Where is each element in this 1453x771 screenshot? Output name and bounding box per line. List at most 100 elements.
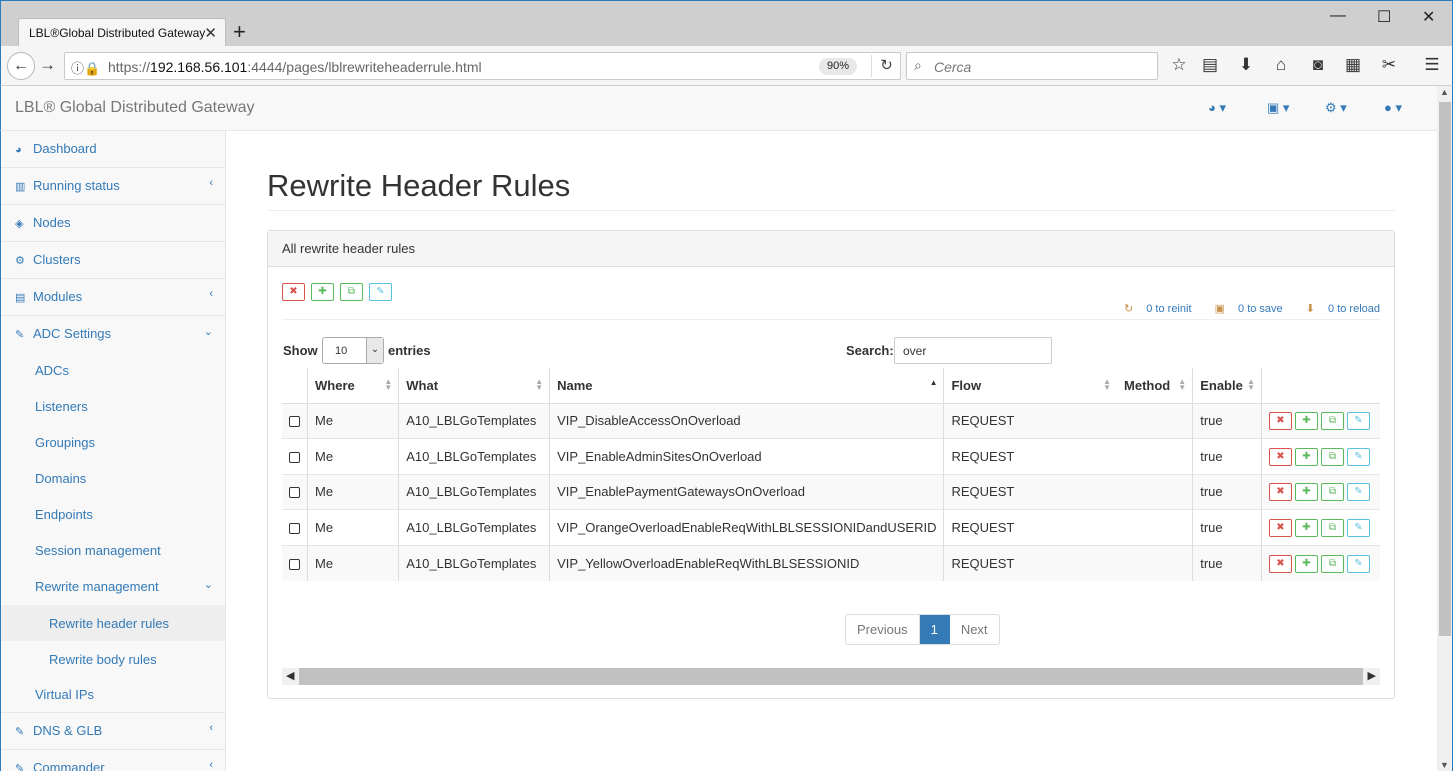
vertical-scroll-thumb[interactable]: [1439, 102, 1451, 636]
reload-icon[interactable]: ↻: [871, 55, 901, 77]
row-checkbox[interactable]: [289, 558, 300, 570]
dashboard-menu-icon[interactable]: ◕ ▾: [1208, 100, 1226, 116]
vertical-scrollbar[interactable]: ▲ ▼: [1437, 86, 1453, 771]
row-add-button[interactable]: ✚: [1295, 518, 1318, 537]
extension-icon[interactable]: ▦: [1341, 55, 1365, 75]
new-tab-icon[interactable]: +: [233, 19, 246, 45]
sidebar-item-modules[interactable]: ▤ Modules ‹: [1, 279, 225, 316]
sidebar-item-commander[interactable]: ✎ Commander ‹: [1, 750, 225, 771]
row-checkbox[interactable]: [289, 451, 300, 463]
column-header-flow[interactable]: Flow ▲ ▼: [943, 368, 1118, 404]
sidebar-subitem-adcs[interactable]: ADCs: [1, 353, 225, 389]
sidebar-subitem-endpoints[interactable]: Endpoints: [1, 497, 225, 533]
settings-menu-icon[interactable]: ⚙ ▾: [1325, 100, 1347, 116]
menu-icon[interactable]: ☰: [1420, 55, 1444, 75]
sidebar-item-adc-settings[interactable]: ✎ ADC Settings ⌄: [1, 316, 225, 353]
sidebar-subitem-domains[interactable]: Domains: [1, 461, 225, 497]
sidebar-item-clusters[interactable]: ⚙ Clusters: [1, 242, 225, 279]
forward-icon[interactable]: →: [39, 55, 56, 75]
reader-icon[interactable]: ▤: [1198, 55, 1222, 75]
column-header-where[interactable]: Where ▲ ▼: [307, 368, 400, 404]
row-copy-button[interactable]: ⧉: [1321, 447, 1344, 466]
maximize-icon[interactable]: ☐: [1377, 7, 1391, 27]
row-checkbox[interactable]: [289, 416, 300, 428]
scroll-right-icon[interactable]: ▶: [1368, 669, 1376, 682]
browser-search[interactable]: ⌕ Cerca: [906, 52, 1158, 80]
url-prefix: https://: [108, 59, 151, 75]
sidebar-subitem-rewrite-management[interactable]: Rewrite management ⌄: [1, 569, 225, 605]
row-copy-button[interactable]: ⧉: [1321, 518, 1344, 537]
sidebar-item-dns-glb[interactable]: ✎ DNS & GLB ‹: [1, 713, 225, 750]
row-checkbox[interactable]: [289, 522, 300, 534]
home-icon[interactable]: ⌂: [1269, 55, 1293, 75]
browser-tab[interactable]: LBL®Global Distributed Gateway ✕: [18, 18, 226, 48]
minimize-icon[interactable]: —: [1330, 7, 1346, 25]
row-copy-button[interactable]: ⧉: [1321, 554, 1344, 573]
column-header-name[interactable]: Name ▲: [549, 368, 945, 404]
close-tab-icon[interactable]: ✕: [204, 24, 217, 42]
row-edit-button[interactable]: ✎: [1347, 554, 1370, 573]
next-page-button[interactable]: Next: [950, 615, 999, 644]
reload-counter[interactable]: ⬇ 0 to reload: [1296, 303, 1380, 315]
download-icon[interactable]: ⬇: [1234, 55, 1258, 75]
name-cell: VIP_YellowOverloadEnableReqWithLBLSESSIO…: [549, 544, 945, 581]
save-icon: ▣: [1214, 303, 1225, 315]
row-edit-button[interactable]: ✎: [1347, 412, 1370, 431]
row-add-button[interactable]: ✚: [1295, 412, 1318, 431]
sidebar-subitem-groupings[interactable]: Groupings: [1, 425, 225, 461]
column-header-method[interactable]: Method ▲ ▼: [1117, 368, 1194, 404]
sidebar-subitem-virtual-ips[interactable]: Virtual IPs: [1, 677, 225, 713]
zoom-indicator[interactable]: 90%: [819, 58, 857, 75]
row-delete-button[interactable]: ✖: [1269, 483, 1292, 502]
row-checkbox[interactable]: [289, 487, 300, 499]
sidebar-item-label: Modules: [33, 289, 83, 304]
screenshot-icon[interactable]: ✂: [1377, 55, 1401, 75]
scroll-up-icon[interactable]: ▲: [1440, 87, 1449, 97]
sidebar-subsubitem-rewrite-header-rules[interactable]: Rewrite header rules: [1, 605, 225, 641]
app-brand[interactable]: LBL® Global Distributed Gateway: [15, 99, 254, 117]
previous-page-button[interactable]: Previous: [846, 615, 920, 644]
row-delete-button[interactable]: ✖: [1269, 518, 1292, 537]
back-icon[interactable]: ←: [7, 52, 35, 80]
close-window-icon[interactable]: ✕: [1422, 7, 1435, 27]
sidebar-item-nodes[interactable]: ◈ Nodes: [1, 205, 225, 242]
copy-button[interactable]: ⧉: [340, 283, 363, 301]
bookmark-star-icon[interactable]: ☆: [1167, 55, 1191, 75]
scroll-left-icon[interactable]: ◀: [286, 669, 294, 682]
search-input[interactable]: [894, 337, 1052, 364]
column-label: Flow: [951, 377, 982, 393]
row-copy-button[interactable]: ⧉: [1321, 483, 1344, 502]
site-info-icon[interactable]: ⓘ🔒: [71, 58, 100, 77]
edit-button[interactable]: ✎: [369, 283, 392, 301]
column-header-enable[interactable]: Enable ▲ ▼: [1192, 368, 1262, 404]
row-copy-button[interactable]: ⧉: [1321, 412, 1344, 431]
horizontal-scrollbar[interactable]: ◀ ▶: [282, 668, 1380, 685]
reinit-counter[interactable]: ↻ 0 to reinit: [1114, 303, 1192, 315]
add-button[interactable]: ✚: [311, 283, 334, 301]
row-edit-button[interactable]: ✎: [1347, 483, 1370, 502]
sidebar-subitem-listeners[interactable]: Listeners: [1, 389, 225, 425]
row-edit-button[interactable]: ✎: [1347, 447, 1370, 466]
row-edit-button[interactable]: ✎: [1347, 518, 1370, 537]
row-add-button[interactable]: ✚: [1295, 447, 1318, 466]
sidebar-subsubitem-rewrite-body-rules[interactable]: Rewrite body rules: [1, 641, 225, 677]
column-header-what[interactable]: What ▲ ▼: [398, 368, 551, 404]
row-add-button[interactable]: ✚: [1295, 554, 1318, 573]
url-bar[interactable]: ⓘ🔒 https://192.168.56.101:4444/pages/lbl…: [64, 52, 901, 80]
pocket-icon[interactable]: ◙: [1306, 55, 1330, 75]
row-delete-button[interactable]: ✖: [1269, 412, 1292, 431]
entries-select[interactable]: 10 ⌄: [322, 337, 384, 364]
save-menu-icon[interactable]: ▣ ▾: [1267, 100, 1289, 116]
scroll-down-icon[interactable]: ▼: [1440, 760, 1449, 770]
row-delete-button[interactable]: ✖: [1269, 554, 1292, 573]
page-1-button[interactable]: 1: [919, 615, 950, 644]
row-delete-button[interactable]: ✖: [1269, 447, 1292, 466]
sidebar-subitem-session-management[interactable]: Session management: [1, 533, 225, 569]
user-menu-icon[interactable]: ● ▾: [1384, 100, 1402, 116]
horizontal-scroll-thumb[interactable]: [299, 668, 1363, 685]
sidebar-item-dashboard[interactable]: ◕ Dashboard: [1, 131, 225, 168]
sidebar-item-running-status[interactable]: ▥ Running status ‹: [1, 168, 225, 205]
save-counter[interactable]: ▣ 0 to save: [1205, 303, 1283, 315]
row-add-button[interactable]: ✚: [1295, 483, 1318, 502]
delete-button[interactable]: ✖: [282, 283, 305, 301]
